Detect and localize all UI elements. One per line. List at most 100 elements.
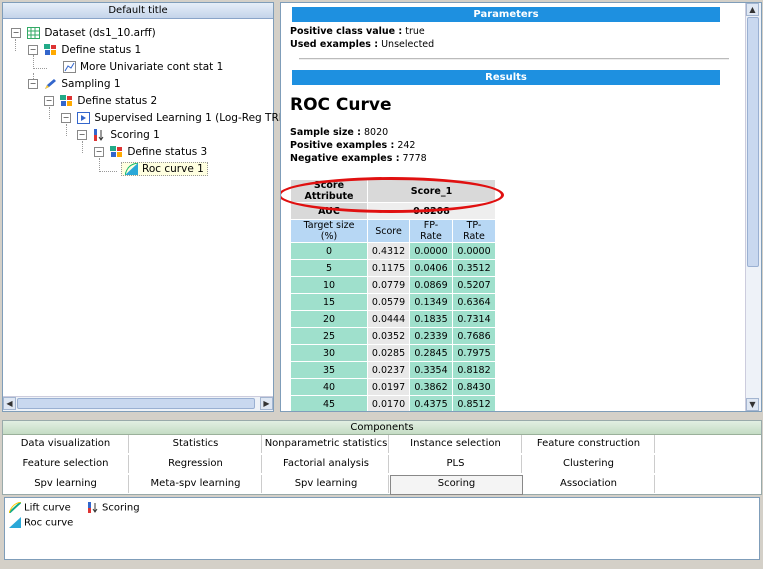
table-row: 5 0.1175 0.0406 0.3512 <box>291 260 495 276</box>
horizontal-scrollbar[interactable]: ◀ ▶ <box>3 396 273 411</box>
table-cell: 25 <box>291 328 367 344</box>
define-status-icon <box>60 95 73 107</box>
collapse-toggle-icon[interactable]: − <box>94 147 104 157</box>
field-value: true <box>405 26 425 37</box>
scrollbar-thumb[interactable] <box>747 17 759 267</box>
column-header: FP-Rate <box>410 220 452 242</box>
tab-clustering[interactable]: Clustering <box>523 455 655 473</box>
tree-item-roc-curve[interactable]: Roc curve 1 <box>121 161 208 177</box>
tab-feature-selection[interactable]: Feature selection <box>3 455 129 473</box>
tree-panel-title: Default title <box>3 3 273 19</box>
vertical-scrollbar[interactable]: ▲ ▼ <box>745 3 761 411</box>
table-cell: 0.0444 <box>368 311 409 327</box>
tree-item-univariate-stat[interactable]: More Univariate cont stat 1 <box>63 59 223 75</box>
table-cell: 0.3354 <box>410 362 452 378</box>
tab-association[interactable]: Association <box>523 475 655 493</box>
tab-factorial-analysis[interactable]: Factorial analysis <box>264 455 389 473</box>
tab-data-visualization[interactable]: Data visualization <box>3 435 129 453</box>
table-row: 25 0.0352 0.2339 0.7686 <box>291 328 495 344</box>
list-item-scoring[interactable]: Scoring <box>87 502 140 514</box>
tab-pls[interactable]: PLS <box>390 455 522 473</box>
collapse-toggle-icon[interactable]: − <box>11 28 21 38</box>
field-label: Positive examples : <box>290 140 395 151</box>
table-cell: 0.0000 <box>453 243 495 259</box>
tree-item-label: Define status 2 <box>77 95 158 107</box>
tab-instance-selection[interactable]: Instance selection <box>390 435 522 453</box>
negative-examples-row: Negative examples : 7778 <box>290 153 427 164</box>
lift-curve-icon <box>8 501 22 514</box>
define-status-icon <box>110 146 123 158</box>
scroll-right-icon[interactable]: ▶ <box>260 397 273 410</box>
tree-item-dataset[interactable]: − Dataset (ds1_10.arff) <box>11 25 156 41</box>
collapse-toggle-icon[interactable]: − <box>28 79 38 89</box>
report-title: ROC Curve <box>290 95 392 115</box>
tab-regression[interactable]: Regression <box>130 455 262 473</box>
list-item-label: Lift curve <box>24 502 71 514</box>
tree-item-label: Define status 1 <box>61 44 142 56</box>
column-header: Score <box>368 220 409 242</box>
report-panel: Parameters Positive class value : true U… <box>280 2 762 412</box>
table-cell: 0.5207 <box>453 277 495 293</box>
table-cell: 0.3512 <box>453 260 495 276</box>
scroll-up-icon[interactable]: ▲ <box>746 3 759 16</box>
list-item-lift-curve[interactable]: Lift curve <box>8 501 71 514</box>
table-row: 30 0.0285 0.2845 0.7975 <box>291 345 495 361</box>
tab-feature-construction[interactable]: Feature construction <box>523 435 655 453</box>
field-label: Used examples : <box>290 39 379 50</box>
table-cell: 0.6364 <box>453 294 495 310</box>
table-cell: 0.0406 <box>410 260 452 276</box>
table-cell: 40 <box>291 379 367 395</box>
tab-statistics[interactable]: Statistics <box>130 435 262 453</box>
field-value: 242 <box>397 140 416 151</box>
table-cell: 0.0285 <box>368 345 409 361</box>
list-item-label: Scoring <box>102 502 140 514</box>
tree-item-label: Dataset (ds1_10.arff) <box>44 27 156 39</box>
tab-scoring[interactable]: Scoring <box>390 475 523 495</box>
collapse-toggle-icon[interactable]: − <box>77 130 87 140</box>
table-row: 10 0.0779 0.0869 0.5207 <box>291 277 495 293</box>
table-cell: 0.8182 <box>453 362 495 378</box>
table-cell: 0.8430 <box>453 379 495 395</box>
tree-item-label: Supervised Learning 1 (Log-Reg TRIRLS) <box>94 112 306 124</box>
components-panel: Components Data visualization Statistics N… <box>2 420 762 507</box>
column-header: Target size (%) <box>291 220 367 242</box>
tab-nonparametric-statistics[interactable]: Nonparametric statistics <box>264 435 389 453</box>
tree-item-define-status-3[interactable]: − Define status 3 <box>94 144 207 160</box>
tree-item-define-status-1[interactable]: − Define status 1 <box>28 42 141 58</box>
table-row: 40 0.0197 0.3862 0.8430 <box>291 379 495 395</box>
table-icon <box>27 27 41 39</box>
play-icon <box>77 112 91 124</box>
scrollbar-thumb[interactable] <box>17 398 255 409</box>
tree-item-label: Scoring 1 <box>110 129 160 141</box>
table-cell: 0 <box>291 243 367 259</box>
table-cell: 0.1349 <box>410 294 452 310</box>
table-row: 20 0.0444 0.1835 0.7314 <box>291 311 495 327</box>
table-header-row: Target size (%) Score FP-Rate TP-Rate <box>291 220 495 242</box>
tree-item-sampling[interactable]: − Sampling 1 <box>28 76 121 92</box>
tree-item-label: Define status 3 <box>127 146 208 158</box>
tab-spv-learning[interactable]: Spv learning <box>3 475 129 493</box>
column-header: TP-Rate <box>453 220 495 242</box>
tree-item-define-status-2[interactable]: − Define status 2 <box>44 93 157 109</box>
scoring-icon <box>93 129 106 141</box>
table-cell: 0.7686 <box>453 328 495 344</box>
highlight-ellipse <box>281 177 504 213</box>
tab-spv-learning-assessment[interactable]: Spv learning assessment <box>264 475 389 507</box>
define-status-icon <box>44 44 57 56</box>
collapse-toggle-icon[interactable]: − <box>44 96 54 106</box>
tree-item-scoring[interactable]: − Scoring 1 <box>77 127 160 143</box>
scroll-down-icon[interactable]: ▼ <box>746 398 759 411</box>
pencil-icon <box>44 78 57 90</box>
list-item-roc-curve[interactable]: Roc curve <box>9 517 73 529</box>
stat-chart-icon <box>63 61 76 73</box>
roc-curve-icon <box>9 517 21 528</box>
collapse-toggle-icon[interactable]: − <box>28 45 38 55</box>
table-cell: 5 <box>291 260 367 276</box>
tab-meta-spv-learning[interactable]: Meta-spv learning <box>130 475 262 493</box>
table-cell: 0.0579 <box>368 294 409 310</box>
roc-table: Score Attribute Score_1 AUC 0.8208 Targe… <box>290 179 496 411</box>
collapse-toggle-icon[interactable]: − <box>61 113 71 123</box>
table-cell: 0.0197 <box>368 379 409 395</box>
scroll-left-icon[interactable]: ◀ <box>3 397 16 410</box>
tree-item-supervised-learning[interactable]: − Supervised Learning 1 (Log-Reg TRIRLS) <box>61 110 306 126</box>
